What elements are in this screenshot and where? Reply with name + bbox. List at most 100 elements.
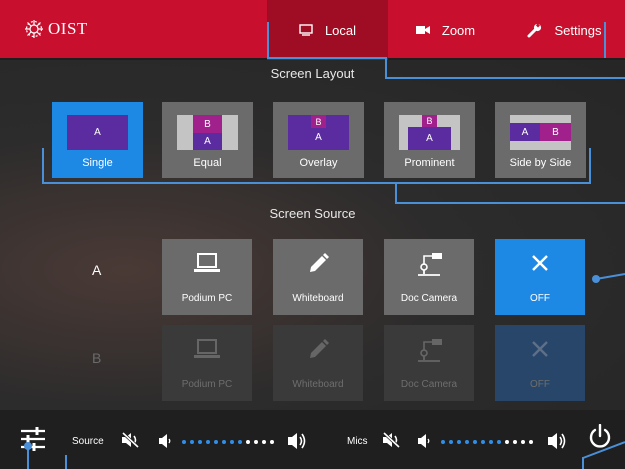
row-label-b: B — [92, 350, 102, 366]
source-whiteboard-a-button[interactable]: Whiteboard — [273, 239, 363, 315]
source-label: Doc Camera — [400, 379, 458, 390]
tab-zoom[interactable]: Zoom — [388, 0, 503, 60]
volume-dot — [238, 440, 242, 444]
logo-text: OIST — [48, 19, 88, 38]
video-camera-icon — [415, 26, 430, 34]
volume-dot — [505, 440, 509, 444]
screen-source-title: Screen Source — [269, 206, 356, 221]
tab-settings-label: Settings — [554, 22, 602, 38]
layout-label: Single — [82, 157, 113, 169]
window-a: A — [67, 115, 128, 150]
source-label: Whiteboard — [292, 293, 344, 304]
source-volume-down-icon[interactable] — [158, 434, 172, 448]
layout-label: Overlay — [299, 157, 338, 169]
mics-volume-down-icon[interactable] — [417, 434, 431, 448]
source-off-a-button[interactable]: OFF — [495, 239, 585, 315]
source-label: Podium PC — [181, 293, 233, 304]
source-doc-camera-b-button: Doc Camera — [384, 325, 474, 401]
sliders-icon[interactable] — [20, 426, 46, 452]
tab-settings[interactable]: Settings — [503, 0, 625, 60]
source-label: Whiteboard — [292, 379, 344, 390]
window-b: B — [540, 123, 571, 141]
document-camera-icon — [384, 253, 474, 277]
oist-emblem-icon — [25, 20, 43, 38]
layout-thumbnail: B A — [399, 115, 460, 150]
mics-volume-label: Mics — [347, 436, 368, 447]
window-a: A — [408, 127, 451, 150]
window-a: A — [193, 133, 222, 150]
power-icon[interactable] — [588, 424, 612, 450]
source-podium-pc-a-button[interactable]: Podium PC — [162, 239, 252, 315]
window-b: B — [422, 115, 437, 127]
volume-dot — [246, 440, 250, 444]
volume-dot — [198, 440, 202, 444]
layout-side-by-side-button[interactable]: A B Side by Side — [495, 102, 586, 178]
layout-equal-button[interactable]: B A Equal — [162, 102, 253, 178]
tab-local[interactable]: Local — [267, 0, 388, 60]
window-b: B — [311, 115, 326, 128]
layout-overlay-button[interactable]: A B Overlay — [273, 102, 364, 178]
volume-dot — [214, 440, 218, 444]
laptop-icon — [162, 339, 252, 359]
volume-dot — [441, 440, 445, 444]
source-label: OFF — [530, 293, 550, 304]
layout-prominent-button[interactable]: B A Prominent — [384, 102, 475, 178]
layout-label: Equal — [193, 157, 222, 169]
volume-dot — [262, 440, 266, 444]
layout-label: Side by Side — [509, 157, 572, 169]
mics-volume-up-icon[interactable] — [547, 432, 567, 450]
volume-dot — [230, 440, 234, 444]
display-icon — [299, 24, 313, 36]
volume-dot — [270, 440, 274, 444]
source-label: OFF — [530, 379, 550, 390]
window-a: A — [510, 123, 540, 141]
source-podium-pc-b-button: Podium PC — [162, 325, 252, 401]
close-icon — [495, 339, 585, 359]
volume-dot — [222, 440, 226, 444]
volume-dot — [497, 440, 501, 444]
volume-dot — [449, 440, 453, 444]
pen-icon — [273, 339, 363, 361]
volume-dot — [465, 440, 469, 444]
volume-dot — [513, 440, 517, 444]
header-bar: OIST Local Zoom Settings — [0, 0, 625, 60]
source-whiteboard-b-button: Whiteboard — [273, 325, 363, 401]
row-label-a: A — [92, 262, 102, 278]
layout-single-button[interactable]: A Single — [52, 102, 143, 178]
tab-zoom-label: Zoom — [441, 22, 476, 38]
layout-thumbnail: B A — [177, 115, 238, 150]
mics-mute-icon[interactable] — [382, 432, 400, 448]
source-label: Podium PC — [181, 379, 233, 390]
pen-icon — [273, 253, 363, 275]
laptop-icon — [162, 253, 252, 273]
bottom-control-bar: Source Mics — [0, 410, 625, 469]
oist-logo: OIST — [22, 16, 88, 42]
volume-dot — [182, 440, 186, 444]
volume-dot — [473, 440, 477, 444]
source-volume-slider[interactable] — [182, 440, 274, 444]
volume-dot — [481, 440, 485, 444]
volume-dot — [254, 440, 258, 444]
source-doc-camera-a-button[interactable]: Doc Camera — [384, 239, 474, 315]
layout-label: Prominent — [404, 157, 455, 169]
source-off-b-button: OFF — [495, 325, 585, 401]
window-b: B — [193, 115, 222, 133]
source-volume-label: Source — [72, 436, 104, 447]
document-camera-icon — [384, 339, 474, 363]
tab-local-label: Local — [324, 22, 357, 38]
source-label: Doc Camera — [400, 293, 458, 304]
layout-thumbnail: A B — [510, 115, 571, 150]
screen-layout-title: Screen Layout — [270, 66, 355, 81]
volume-dot — [489, 440, 493, 444]
source-mute-icon[interactable] — [121, 432, 139, 448]
close-icon — [495, 253, 585, 273]
volume-dot — [457, 440, 461, 444]
wrench-icon — [527, 23, 541, 38]
mics-volume-slider[interactable] — [441, 440, 533, 444]
volume-dot — [190, 440, 194, 444]
source-volume-up-icon[interactable] — [287, 432, 307, 450]
layout-thumbnail: A — [67, 115, 128, 150]
layout-thumbnail: A B — [288, 115, 349, 150]
volume-dot — [206, 440, 210, 444]
volume-dot — [521, 440, 525, 444]
